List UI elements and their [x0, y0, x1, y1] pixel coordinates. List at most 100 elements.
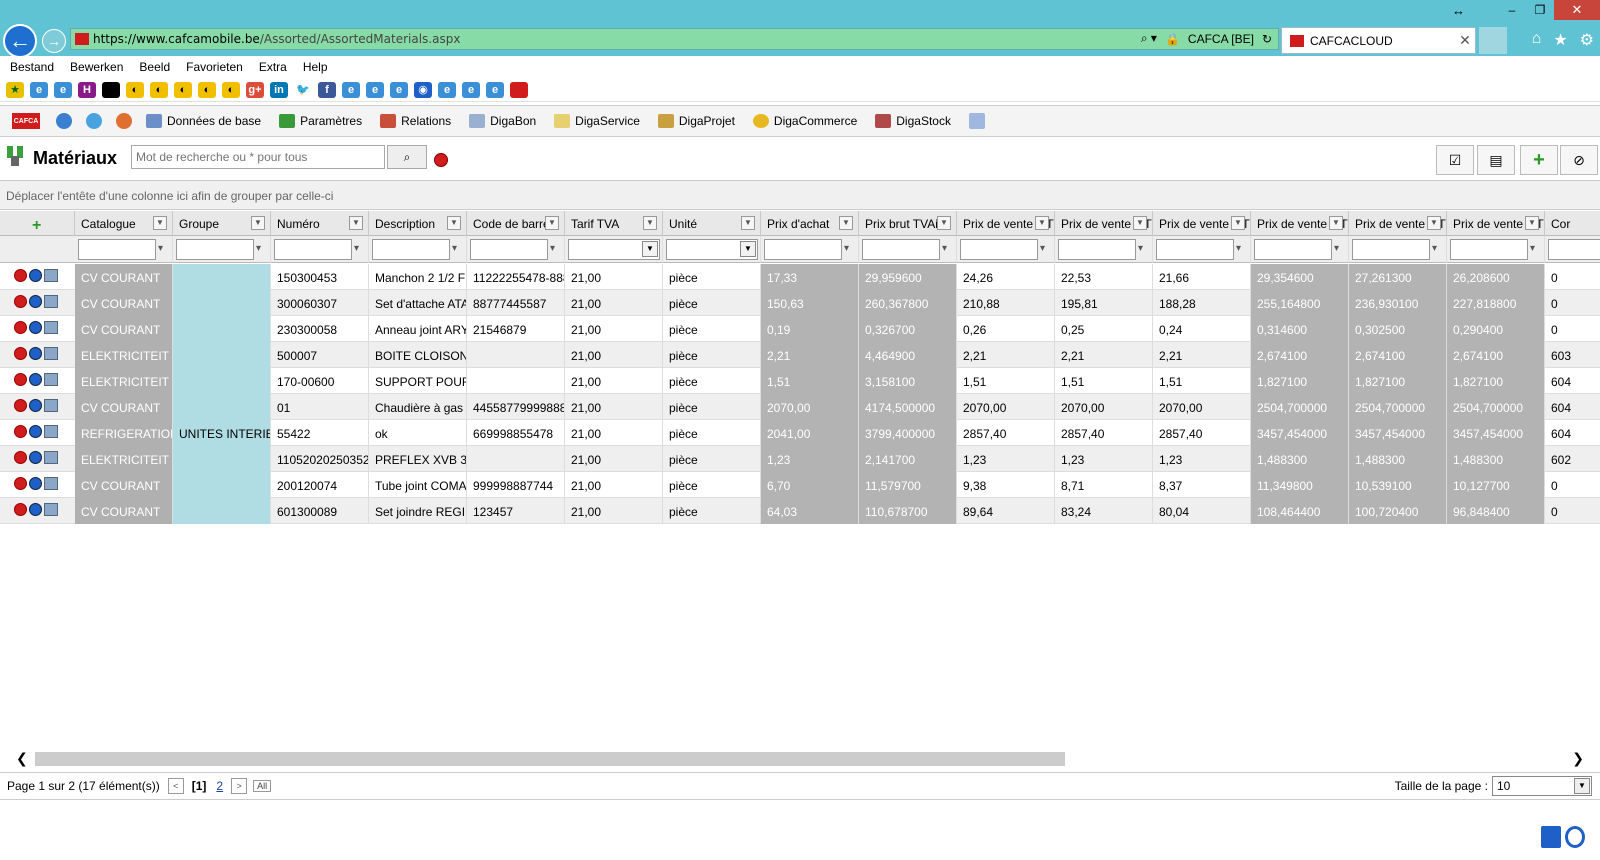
filter-input[interactable] — [1450, 239, 1528, 260]
cafca-logo[interactable]: CAFCA — [12, 113, 40, 129]
cell-v2i[interactable]: 236,930100 — [1349, 290, 1447, 316]
cell-description[interactable]: Set d'attache ATA — [369, 290, 467, 316]
cell-description[interactable]: Chaudière à gas A — [369, 394, 467, 420]
cell-unite[interactable]: pièce — [663, 420, 761, 446]
column-menu-chevron-icon[interactable]: ▼ — [643, 216, 657, 230]
delete-icon[interactable] — [14, 321, 27, 334]
cell-brut[interactable]: 3,158100 — [859, 368, 957, 394]
cell-barcode[interactable] — [467, 368, 565, 394]
table-row[interactable]: REFRIGERATIONUNITES INTERIEU55422ok66999… — [0, 420, 1600, 446]
chevron-down-icon[interactable]: ▼ — [740, 241, 756, 257]
filter-funnel-icon[interactable]: ▾ — [1432, 243, 1442, 255]
cell-achat[interactable]: 6,70 — [761, 472, 859, 498]
column-menu-chevron-icon[interactable]: ▼ — [1133, 216, 1147, 230]
cell-description[interactable]: PREFLEX XVB 3G2 — [369, 446, 467, 472]
pacman-icon[interactable]: ◐ — [222, 81, 240, 98]
column-menu-chevron-icon[interactable]: ▼ — [447, 216, 461, 230]
cell-v1i[interactable]: 11,349800 — [1251, 472, 1349, 498]
cell-cor[interactable]: 0 — [1545, 316, 1600, 342]
cell-catalogue[interactable]: CV COURANT — [75, 472, 173, 498]
cell-catalogue[interactable]: ELEKTRICITEIT — [75, 446, 173, 472]
cell-v1[interactable]: 24,26 — [957, 264, 1055, 290]
cell-unite[interactable]: pièce — [663, 446, 761, 472]
chevron-down-icon[interactable]: ▼ — [1574, 778, 1590, 794]
filter-input[interactable] — [1254, 239, 1332, 260]
cell-groupe[interactable] — [173, 368, 271, 394]
cell-v3[interactable]: 2857,40 — [1153, 420, 1251, 446]
export-button[interactable]: ▤ — [1477, 145, 1515, 175]
cell-v3i[interactable]: 26,208600 — [1447, 264, 1545, 290]
cell-v3[interactable]: 80,04 — [1153, 498, 1251, 524]
toolbar-parametres[interactable]: Paramètres — [279, 114, 362, 128]
cell-v1[interactable]: 2,21 — [957, 342, 1055, 368]
cell-brut[interactable]: 110,678700 — [859, 498, 957, 524]
delete-icon[interactable] — [14, 269, 27, 282]
column-menu-chevron-icon[interactable]: ▼ — [1231, 216, 1245, 230]
cell-unite[interactable]: pièce — [663, 472, 761, 498]
cafca-icon[interactable] — [510, 81, 528, 98]
cell-v1i[interactable]: 2504,700000 — [1251, 394, 1349, 420]
horizontal-scrollbar[interactable]: ❮ ❯ — [0, 750, 1600, 768]
page-2-link[interactable]: 2 — [216, 779, 223, 793]
cell-tva[interactable]: 21,00 — [565, 264, 663, 290]
checklist-button[interactable]: ☑ — [1436, 145, 1474, 175]
cell-unite[interactable]: pièce — [663, 498, 761, 524]
cell-groupe[interactable] — [173, 290, 271, 316]
cell-v2[interactable]: 195,81 — [1055, 290, 1153, 316]
column-header-catalogue[interactable]: Catalogue ▼ — [75, 211, 173, 236]
info-icon[interactable] — [29, 451, 42, 464]
cell-groupe[interactable] — [173, 498, 271, 524]
filter-input[interactable] — [1548, 239, 1600, 260]
column-header-v2[interactable]: Prix de vente 2 TV ▼ — [1055, 211, 1153, 236]
toolbar-digaprojet[interactable]: DigaProjet — [657, 114, 735, 128]
copy-icon[interactable] — [44, 477, 58, 490]
cell-numero[interactable]: 11052020250352 — [271, 446, 369, 472]
cell-v3[interactable]: 1,51 — [1153, 368, 1251, 394]
column-menu-chevron-icon[interactable]: ▼ — [153, 216, 167, 230]
cell-brut[interactable]: 4174,500000 — [859, 394, 957, 420]
cell-numero[interactable]: 230300058 — [271, 316, 369, 342]
cell-numero[interactable]: 55422 — [271, 420, 369, 446]
column-header-tva[interactable]: Tarif TVA ▼ — [565, 211, 663, 236]
delete-icon[interactable] — [14, 451, 27, 464]
cell-v3[interactable]: 1,23 — [1153, 446, 1251, 472]
cell-tva[interactable]: 21,00 — [565, 368, 663, 394]
refresh-icon[interactable]: ↻ — [1262, 32, 1272, 46]
ie-link-icon[interactable]: e — [54, 81, 72, 98]
menu-extra[interactable]: Extra — [259, 60, 287, 74]
filter-funnel-icon[interactable]: ▾ — [354, 243, 364, 255]
cell-numero[interactable]: 150300453 — [271, 264, 369, 290]
forward-button[interactable]: → — [42, 29, 66, 53]
pacman-icon[interactable]: ◐ — [198, 81, 216, 98]
filter-input[interactable] — [764, 239, 842, 260]
cell-v3[interactable]: 0,24 — [1153, 316, 1251, 342]
home-icon[interactable]: ⌂ — [1532, 30, 1542, 50]
cell-v2[interactable]: 22,53 — [1055, 264, 1153, 290]
cell-numero[interactable]: 200120074 — [271, 472, 369, 498]
filter-input[interactable] — [274, 239, 352, 260]
cell-barcode[interactable]: 445587799998887 — [467, 394, 565, 420]
all-pages-button[interactable]: All — [253, 780, 272, 792]
add-row-icon[interactable]: + — [0, 211, 75, 236]
column-menu-chevron-icon[interactable]: ▼ — [1329, 216, 1343, 230]
pacman-icon[interactable]: ◐ — [174, 81, 192, 98]
cell-catalogue[interactable]: CV COURANT — [75, 394, 173, 420]
cell-v2i[interactable]: 27,261300 — [1349, 264, 1447, 290]
cell-v2[interactable]: 1,23 — [1055, 446, 1153, 472]
cell-v3i[interactable]: 2504,700000 — [1447, 394, 1545, 420]
info-icon[interactable] — [29, 477, 42, 490]
cell-cor[interactable]: 603 — [1545, 342, 1600, 368]
cell-cor[interactable]: 0 — [1545, 290, 1600, 316]
ie-link-icon[interactable]: e — [390, 81, 408, 98]
cell-barcode[interactable] — [467, 342, 565, 368]
prev-page-button[interactable]: < — [167, 778, 184, 794]
ie-link-icon[interactable]: e — [486, 81, 504, 98]
cell-v2i[interactable]: 0,302500 — [1349, 316, 1447, 342]
back-button[interactable]: ← — [3, 24, 37, 58]
facebook-icon[interactable]: f — [318, 81, 336, 98]
cell-catalogue[interactable]: REFRIGERATION — [75, 420, 173, 446]
cell-unite[interactable]: pièce — [663, 368, 761, 394]
cell-v2i[interactable]: 2,674100 — [1349, 342, 1447, 368]
cell-catalogue[interactable]: ELEKTRICITEIT — [75, 368, 173, 394]
cell-groupe[interactable] — [173, 446, 271, 472]
